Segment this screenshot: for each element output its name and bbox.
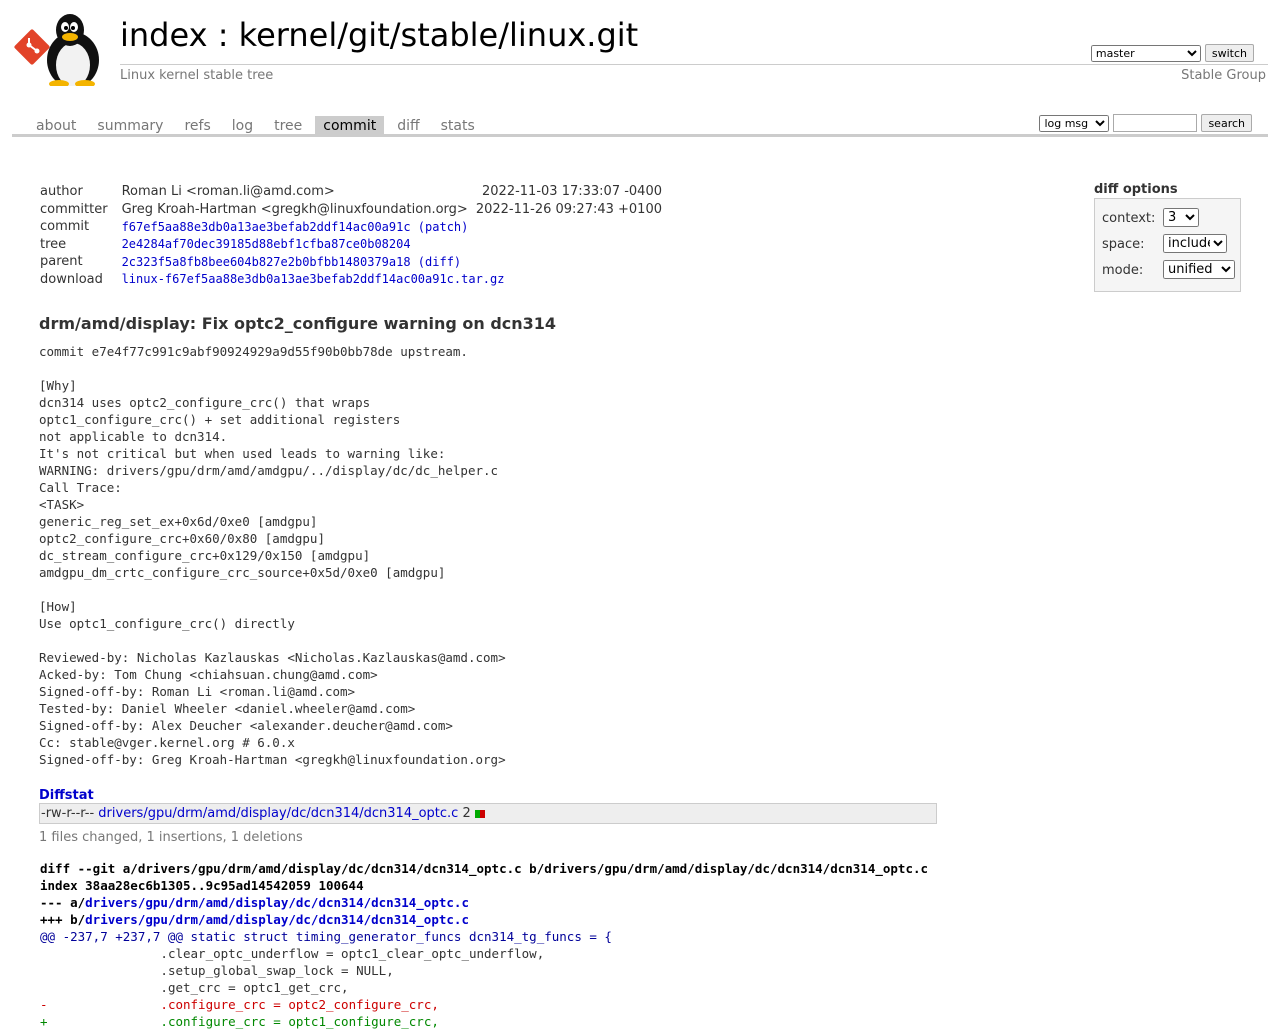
diff-context-line: .get_crc = optc1_get_crc, — [40, 980, 349, 995]
diffstat-graph — [474, 806, 485, 821]
tab-log[interactable]: log — [224, 116, 261, 136]
diff-minus-line: --- a/drivers/gpu/drm/amd/display/dc/dcn… — [40, 894, 928, 911]
index-link[interactable]: index — [120, 16, 208, 54]
commit-label: commit — [40, 219, 90, 235]
download-row: download linux-f67ef5aa88e3db0a13ae3befa… — [36, 271, 666, 289]
tree-hash-cell: 2e4284af70dec39185d88ebf1cfba87ce0b08204 — [118, 236, 666, 254]
context-label: context: — [1102, 211, 1156, 226]
minus-file-link[interactable]: drivers/gpu/drm/amd/display/dc/dcn314/dc… — [85, 895, 469, 910]
parent-label: parent — [40, 254, 83, 270]
committer-row: committer Greg Kroah-Hartman <gregkh@lin… — [36, 201, 666, 219]
diffstat-header-link[interactable]: Diffstat — [39, 788, 94, 803]
commit-info-table: author Roman Li <roman.li@amd.com> 2022-… — [36, 183, 666, 288]
author-row: author Roman Li <roman.li@amd.com> 2022-… — [36, 183, 666, 201]
tab-stats[interactable]: stats — [433, 116, 483, 136]
minus-prefix: --- a/ — [40, 895, 86, 910]
author-label: author — [40, 184, 83, 200]
diff-added-line: + .configure_crc = optc1_configure_crc, — [40, 1014, 439, 1029]
tab-commit[interactable]: commit — [315, 116, 385, 136]
commit-row: commit f67ef5aa88e3db0a13ae3befab2ddf14a… — [36, 218, 666, 236]
tree-row: tree 2e4284af70dec39185d88ebf1cfba87ce0b… — [36, 236, 666, 254]
diff-git-line: diff --git a/drivers/gpu/drm/amd/display… — [40, 861, 929, 876]
context-row: context: 3 — [1102, 208, 1199, 227]
tree-label: tree — [40, 236, 67, 252]
diff-deleted-line: - .configure_crc = optc2_configure_crc, — [40, 997, 439, 1012]
diff-view: diff --git a/drivers/gpu/drm/amd/display… — [40, 860, 928, 1030]
header-divider — [120, 64, 1268, 65]
branch-switch-form: master switch — [1090, 44, 1254, 62]
diffstat-file-link[interactable]: drivers/gpu/drm/amd/display/dc/dcn314/dc… — [98, 806, 458, 821]
download-cell: linux-f67ef5aa88e3db0a13ae3befab2ddf14ac… — [118, 271, 666, 289]
file-mode: -rw-r--r-- — [41, 806, 95, 821]
mode-label: mode: — [1102, 263, 1144, 278]
author-date: 2022-11-03 17:33:07 -0400 — [482, 184, 662, 200]
author-value: Roman Li <roman.li@amd.com> — [121, 184, 335, 200]
tab-diff[interactable]: diff — [389, 116, 427, 136]
title-separator: : — [207, 16, 239, 54]
download-link[interactable]: linux-f67ef5aa88e3db0a13ae3befab2ddf14ac… — [122, 272, 505, 286]
space-row: space: include — [1102, 234, 1227, 253]
diff-plus-line: +++ b/drivers/gpu/drm/amd/display/dc/dcn… — [40, 911, 928, 928]
repo-owner: Stable Group — [1181, 68, 1266, 83]
search-mode-select[interactable]: log msg — [1039, 114, 1110, 132]
commit-hash-cell: f67ef5aa88e3db0a13ae3befab2ddf14ac00a91c… — [118, 218, 666, 236]
repo-description: Linux kernel stable tree — [120, 68, 274, 83]
commit-hash-link[interactable]: f67ef5aa88e3db0a13ae3befab2ddf14ac00a91c — [122, 220, 411, 234]
search-input[interactable] — [1113, 114, 1198, 132]
tab-refs[interactable]: refs — [176, 116, 218, 136]
search-button[interactable]: search — [1201, 114, 1252, 132]
download-label: download — [40, 271, 103, 287]
committer-date: 2022-11-26 09:27:43 +0100 — [475, 201, 662, 217]
diff-hunk-header: @@ -237,7 +237,7 @@ static struct timing… — [40, 929, 612, 944]
plus-prefix: +++ b/ — [40, 912, 86, 927]
diff-options-panel: context: 3 space: include mode: unified — [1094, 198, 1241, 292]
repo-link[interactable]: kernel/git/stable/linux.git — [239, 16, 639, 54]
committer-label: committer — [40, 201, 108, 217]
mode-row: mode: unified — [1102, 260, 1235, 279]
nav-tabs: about summary refs log tree commit diff … — [28, 116, 488, 136]
diffstat-row: -rw-r--r-- drivers/gpu/drm/amd/display/d… — [39, 803, 937, 824]
switch-button[interactable]: switch — [1204, 44, 1254, 62]
diffstat-summary: 1 files changed, 1 insertions, 1 deletio… — [39, 830, 303, 845]
parent-row: parent 2c323f5a8fb8bee604b827e2b0bfbb148… — [36, 253, 666, 271]
diff-index-line: index 38aa28ec6b1305..9c95ad14542059 100… — [40, 878, 364, 893]
committer-value: Greg Kroah-Hartman <gregkh@linuxfoundati… — [121, 201, 468, 217]
tab-summary[interactable]: summary — [89, 116, 171, 136]
tabs-divider — [12, 134, 1268, 137]
tree-hash-link[interactable]: 2e4284af70dec39185d88ebf1cfba87ce0b08204 — [122, 237, 411, 251]
diff-context-line: .setup_global_swap_lock = NULL, — [40, 963, 394, 978]
diff-context-line: .clear_optc_underflow = optc1_clear_optc… — [40, 946, 545, 961]
context-select[interactable]: 3 — [1163, 208, 1199, 227]
commit-message: commit e7e4f77c991c9abf90924929a9d55f90b… — [39, 344, 506, 767]
plus-file-link[interactable]: drivers/gpu/drm/amd/display/dc/dcn314/dc… — [85, 912, 469, 927]
branch-select[interactable]: master — [1090, 44, 1201, 62]
patch-link[interactable]: (patch) — [418, 220, 469, 234]
diff-options-title: diff options — [1094, 182, 1178, 197]
parent-diff-link[interactable]: (diff) — [418, 255, 461, 269]
graph-deletions-bar — [479, 809, 485, 818]
tab-about[interactable]: about — [28, 116, 84, 136]
page-title: index : kernel/git/stable/linux.git — [120, 16, 638, 54]
tab-tree[interactable]: tree — [266, 116, 310, 136]
parent-hash-cell: 2c323f5a8fb8bee604b827e2b0bfbb1480379a18… — [118, 253, 666, 271]
git-diamond-icon — [14, 29, 50, 65]
space-select[interactable]: include — [1163, 234, 1227, 253]
search-form: log msg search — [1039, 114, 1252, 132]
tux-penguin-icon — [47, 14, 99, 86]
parent-hash-link[interactable]: 2c323f5a8fb8bee604b827e2b0bfbb1480379a18 — [122, 255, 411, 269]
diffstat-count: 2 — [462, 806, 471, 821]
cgit-logo[interactable] — [13, 10, 113, 86]
mode-select[interactable]: unified — [1163, 260, 1235, 279]
space-label: space: — [1102, 237, 1145, 252]
commit-subject: drm/amd/display: Fix optc2_configure war… — [39, 314, 557, 333]
